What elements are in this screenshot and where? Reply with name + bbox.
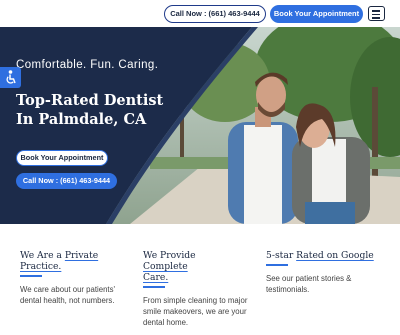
feature-description: See our patient stories & testimonials. (266, 273, 352, 294)
feature-complete-care: We Provide Complete Care. From simple cl… (143, 250, 259, 328)
feature-divider (143, 286, 165, 288)
hero-title: Top-Rated Dentist In Palmdale, CA (16, 92, 164, 128)
hero-book-appointment-button[interactable]: Book Your Appointment (16, 150, 108, 166)
feature-google-rating: 5-star Rated on Google See our patient s… (266, 250, 386, 295)
feature-description: From simple cleaning to major smile make… (143, 295, 248, 327)
hero-tagline: Comfortable. Fun. Caring. (16, 59, 159, 71)
feature-divider (266, 264, 288, 266)
feature-title: 5-star Rated on Google (266, 250, 374, 261)
feature-private-practice: We Are a Private Practice. We care about… (20, 250, 132, 306)
features-section: We Are a Private Practice. We care about… (0, 224, 400, 335)
accessibility-icon[interactable] (0, 67, 21, 88)
hamburger-menu-icon[interactable] (368, 6, 385, 21)
feature-divider (20, 275, 42, 277)
site-header: Call Now : (661) 463-9444 Book Your Appo… (0, 0, 400, 27)
feature-title: We Are a Private Practice. (20, 250, 99, 272)
hero-call-now-button[interactable]: Call Now : (661) 463-9444 (16, 173, 117, 189)
feature-description: We care about our patients' dental healt… (20, 284, 115, 305)
book-appointment-button[interactable]: Book Your Appointment (270, 5, 363, 23)
feature-title: We Provide Complete Care. (143, 250, 196, 283)
call-now-button[interactable]: Call Now : (661) 463-9444 (164, 5, 266, 23)
hero-section: Comfortable. Fun. Caring. Top-Rated Dent… (0, 27, 400, 224)
